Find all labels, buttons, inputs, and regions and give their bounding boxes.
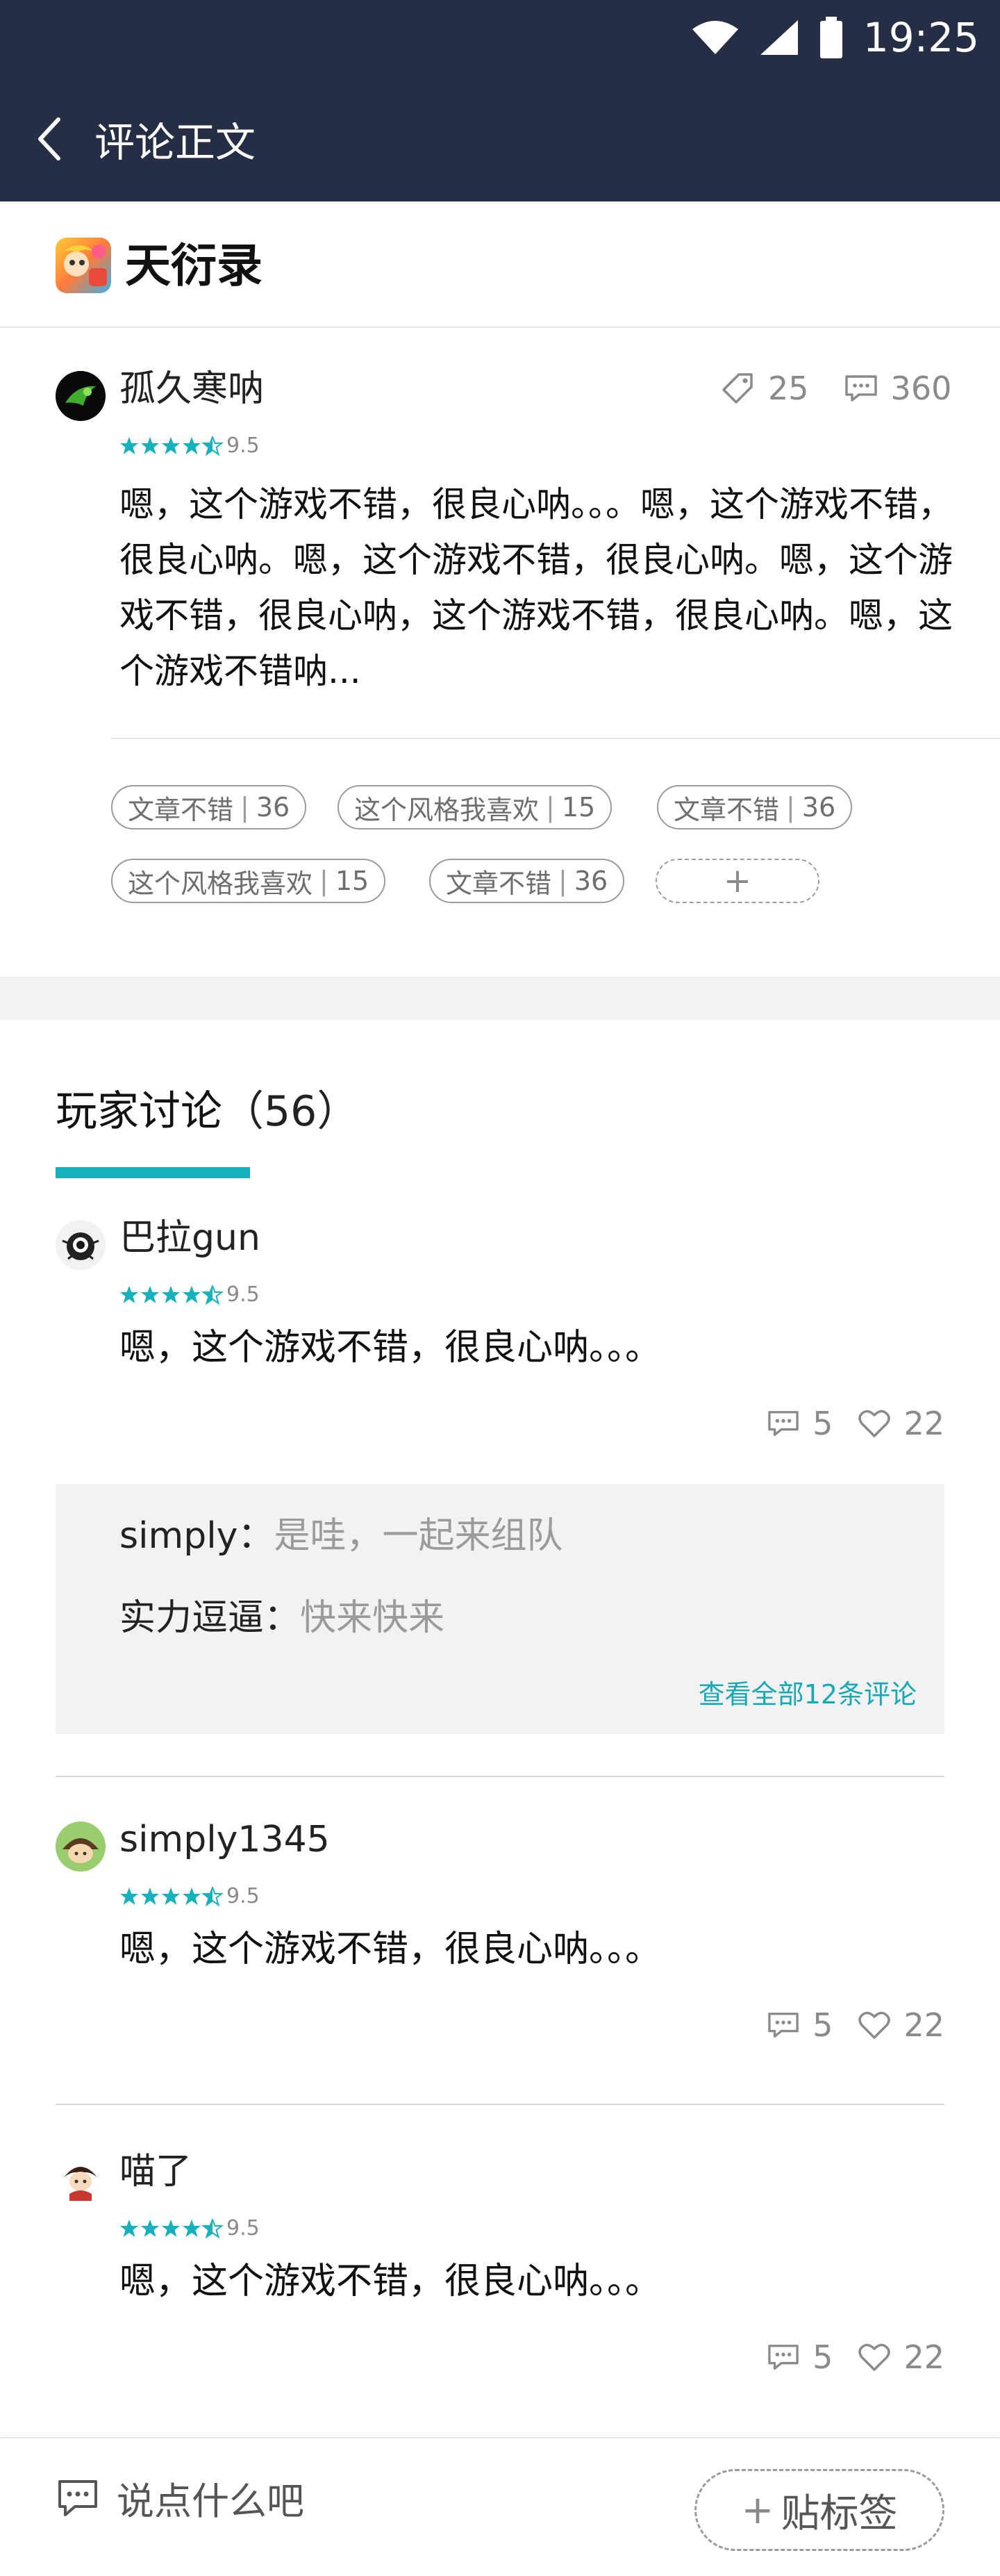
reply-author: 实力逗逼： bbox=[119, 1597, 301, 1639]
comment-actions: 5 22 bbox=[767, 2006, 944, 2044]
comment-author[interactable]: simply1345 bbox=[119, 1817, 330, 1862]
battery-icon bbox=[819, 17, 842, 58]
page-title: 评论正文 bbox=[94, 119, 256, 166]
section-gap bbox=[0, 977, 1000, 1020]
top-header: 19:25 评论正文 bbox=[0, 0, 1000, 201]
wifi-icon bbox=[692, 21, 738, 54]
avatar[interactable] bbox=[56, 1220, 106, 1270]
tag-chip[interactable]: 这个风格我喜欢 | 15 bbox=[111, 859, 386, 903]
tag-chip[interactable]: 文章不错 | 36 bbox=[429, 859, 625, 903]
rating-score: 9.5 bbox=[226, 1282, 260, 1307]
reply-button[interactable]: 5 bbox=[767, 2338, 833, 2376]
rating-score: 9.5 bbox=[226, 434, 260, 458]
comment-text: 嗯，这个游戏不错，很良心呐。。。 bbox=[119, 2261, 662, 2302]
tag-icon bbox=[722, 373, 753, 404]
add-tag-button[interactable]: + 贴标签 bbox=[694, 2469, 944, 2551]
like-button[interactable]: 22 bbox=[858, 1405, 944, 1442]
reply-text: 快来快来 bbox=[300, 1597, 445, 1639]
clock: 19:25 bbox=[862, 14, 979, 61]
tag-count[interactable]: 25 bbox=[719, 370, 809, 407]
comment-input[interactable]: 说点什么吧 bbox=[56, 2470, 304, 2525]
reply-text: 是哇，一起来组队 bbox=[274, 1515, 563, 1557]
rating-score: 9.5 bbox=[226, 1884, 260, 1908]
tag-chip[interactable]: 文章不错 | 36 bbox=[111, 785, 307, 829]
chat-icon bbox=[58, 2479, 97, 2516]
avatar[interactable] bbox=[56, 371, 106, 421]
comment-actions: 5 22 bbox=[767, 1405, 944, 1442]
tag-chip[interactable]: 这个风格我喜欢 | 15 bbox=[338, 785, 612, 829]
review-body: 嗯，这个游戏不错，很良心呐。。。嗯，这个游戏不错，很良心呐。嗯，这个游戏不错，很… bbox=[119, 484, 953, 691]
discussion-count: （56） bbox=[222, 1087, 359, 1136]
reply-box: simply：是哇，一起来组队 实力逗逼：快来快来 查看全部12条评论 bbox=[56, 1484, 944, 1734]
add-tag-chip[interactable]: + bbox=[656, 859, 819, 903]
bottom-bar: 说点什么吧 + 贴标签 bbox=[0, 2437, 1000, 2576]
reply-author: simply： bbox=[119, 1515, 274, 1557]
heart-icon bbox=[858, 2343, 891, 2371]
game-logo bbox=[56, 238, 111, 293]
plus-icon: + bbox=[723, 861, 752, 900]
nav-bar: 评论正文 bbox=[0, 104, 256, 174]
avatar[interactable] bbox=[56, 1822, 106, 1872]
rating-score: 9.5 bbox=[226, 2216, 260, 2240]
rating-stars: 9.5 bbox=[119, 2216, 260, 2240]
star-icon bbox=[120, 436, 224, 456]
back-button[interactable] bbox=[0, 104, 97, 174]
see-all-link[interactable]: 查看全部12条评论 bbox=[699, 1673, 917, 1711]
tab-indicator bbox=[56, 1167, 250, 1178]
rating-stars: 9.5 bbox=[119, 434, 260, 458]
rating-stars: 9.5 bbox=[119, 1884, 260, 1908]
list-item: 巴拉gun 9.5 嗯，这个游戏不错，很良心呐。。。 5 22 simply：是… bbox=[0, 1216, 1000, 1778]
plus-icon: + bbox=[741, 2487, 774, 2533]
heart-icon bbox=[858, 2011, 891, 2039]
comment-author[interactable]: 巴拉gun bbox=[119, 1216, 260, 1260]
heart-icon bbox=[858, 1410, 891, 1437]
discussion-title: 玩家讨论（56） bbox=[56, 1087, 359, 1136]
reply-item[interactable]: simply：是哇，一起来组队 bbox=[119, 1512, 562, 1560]
reply-item[interactable]: 实力逗逼：快来快来 bbox=[119, 1594, 444, 1642]
signal-icon bbox=[760, 20, 798, 55]
reply-button[interactable]: 5 bbox=[767, 1405, 833, 1442]
comment-icon bbox=[768, 2013, 799, 2038]
tag-chip[interactable]: 文章不错 | 36 bbox=[657, 785, 853, 829]
star-icon bbox=[120, 2218, 224, 2238]
review-author[interactable]: 孤久寒呐 bbox=[119, 367, 264, 411]
divider bbox=[111, 738, 1000, 739]
reply-button[interactable]: 5 bbox=[767, 2006, 833, 2044]
divider bbox=[56, 2104, 944, 2105]
divider bbox=[56, 1776, 944, 1777]
add-tag-label: 贴标签 bbox=[781, 2491, 898, 2536]
comment-icon bbox=[768, 1411, 799, 1436]
like-button[interactable]: 22 bbox=[858, 2338, 944, 2376]
comment-count[interactable]: 360 bbox=[844, 370, 951, 407]
comment-text: 嗯，这个游戏不错，很良心呐。。。 bbox=[119, 1327, 662, 1369]
back-icon bbox=[38, 117, 60, 160]
like-button[interactable]: 22 bbox=[858, 2006, 944, 2044]
list-item: simply1345 9.5 嗯，这个游戏不错，很良心呐。。。 5 22 bbox=[0, 1817, 1000, 2044]
input-placeholder: 说点什么吧 bbox=[117, 2479, 304, 2523]
comment-actions: 5 22 bbox=[767, 2338, 944, 2376]
avatar[interactable] bbox=[56, 2154, 106, 2204]
status-bar: 19:25 bbox=[691, 10, 979, 65]
game-header[interactable]: 天衍录 bbox=[0, 201, 1000, 328]
list-item: 喵了 9.5 嗯，这个游戏不错，很良心呐。。。 5 22 bbox=[0, 2149, 1000, 2376]
star-icon bbox=[120, 1886, 224, 1906]
review-card: 孤久寒呐 9.5 25 360 嗯，这个游戏不错，很良心呐。。。嗯，这个游戏不错… bbox=[0, 329, 1000, 977]
review-meta: 25 360 bbox=[719, 370, 951, 407]
comment-icon bbox=[844, 375, 877, 402]
game-title: 天衍录 bbox=[125, 239, 262, 292]
comment-author[interactable]: 喵了 bbox=[119, 2149, 192, 2194]
comment-icon bbox=[768, 2345, 799, 2370]
rating-stars: 9.5 bbox=[119, 1282, 260, 1307]
comment-text: 嗯，这个游戏不错，很良心呐。。。 bbox=[119, 1929, 662, 1970]
star-icon bbox=[120, 1285, 224, 1305]
